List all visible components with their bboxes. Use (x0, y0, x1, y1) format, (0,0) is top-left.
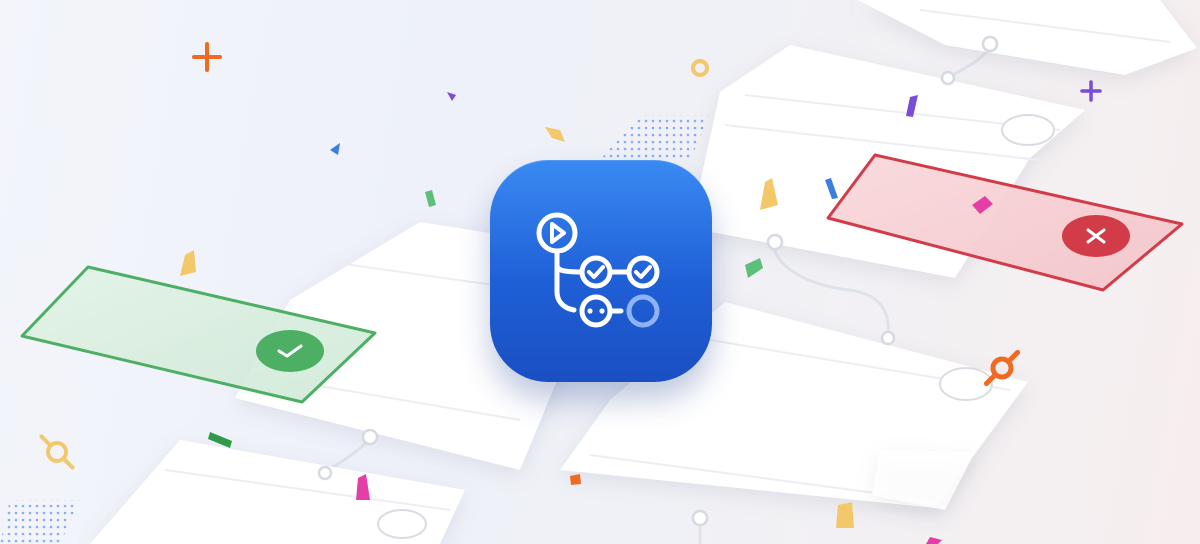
ring-icon (691, 59, 709, 77)
wrench-icon (39, 434, 75, 470)
plus-icon (192, 42, 222, 72)
play-node-icon (536, 212, 578, 254)
workflow-card (858, 0, 1197, 75)
dot-pattern (0, 500, 80, 544)
plus-icon (1080, 80, 1102, 102)
pending-node-icon (626, 294, 660, 328)
workflow-card (90, 440, 465, 544)
workflow-graph-icon (536, 212, 660, 328)
empty-status-circle (1001, 114, 1055, 146)
workflow-app-icon (490, 160, 712, 382)
empty-status-circle (377, 509, 427, 539)
success-check-icon (256, 330, 324, 372)
dot-pattern (600, 115, 710, 160)
waiting-node-icon (579, 294, 613, 328)
